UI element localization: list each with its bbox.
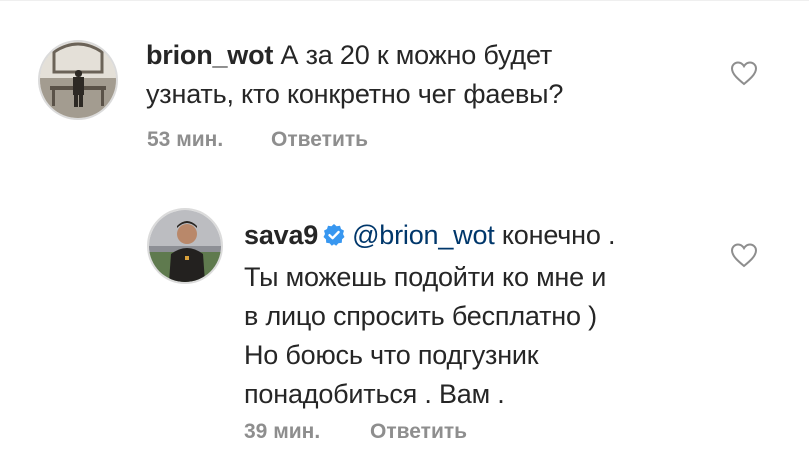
- avatar[interactable]: [38, 40, 118, 120]
- comment-text-line: Но боюсь что подгузник: [244, 340, 539, 370]
- comment-text-line: узнать, кто конкретно чег фаевы?: [146, 79, 564, 109]
- comment-text: brion_wot А за 20 к можно будет узнать, …: [146, 36, 746, 114]
- comment-text-line: А за 20 к можно будет: [280, 40, 553, 70]
- comment-meta: 39 мин. Ответить: [244, 420, 467, 444]
- comment-text-line: в лицо спросить бесплатно ): [244, 301, 597, 331]
- comment-text: sava9 @brion_wot конечно . Ты можешь под…: [244, 216, 764, 414]
- comment-text-line: Ты можешь подойти ко мне и: [244, 262, 607, 292]
- verified-badge-icon: [322, 219, 346, 258]
- avatar-photo: [149, 210, 221, 282]
- heart-outline-icon[interactable]: [730, 242, 758, 268]
- comment-username[interactable]: brion_wot: [146, 40, 273, 70]
- comment-username[interactable]: sava9: [244, 220, 318, 250]
- avatar-photo: [40, 42, 116, 118]
- comment-text-line: конечно .: [501, 220, 616, 250]
- comment-timestamp[interactable]: 39 мин.: [244, 420, 320, 444]
- comment-timestamp[interactable]: 53 мин.: [147, 128, 223, 152]
- comment-meta: 53 мин. Ответить: [147, 128, 368, 152]
- mention-link[interactable]: @brion_wot: [352, 220, 495, 250]
- reply-button[interactable]: Ответить: [271, 128, 368, 152]
- top-divider: [0, 0, 809, 1]
- heart-outline-icon[interactable]: [730, 60, 758, 86]
- comment-text-line: понадобиться . Вам .: [244, 379, 505, 409]
- reply-button[interactable]: Ответить: [370, 420, 467, 444]
- avatar[interactable]: [147, 208, 223, 284]
